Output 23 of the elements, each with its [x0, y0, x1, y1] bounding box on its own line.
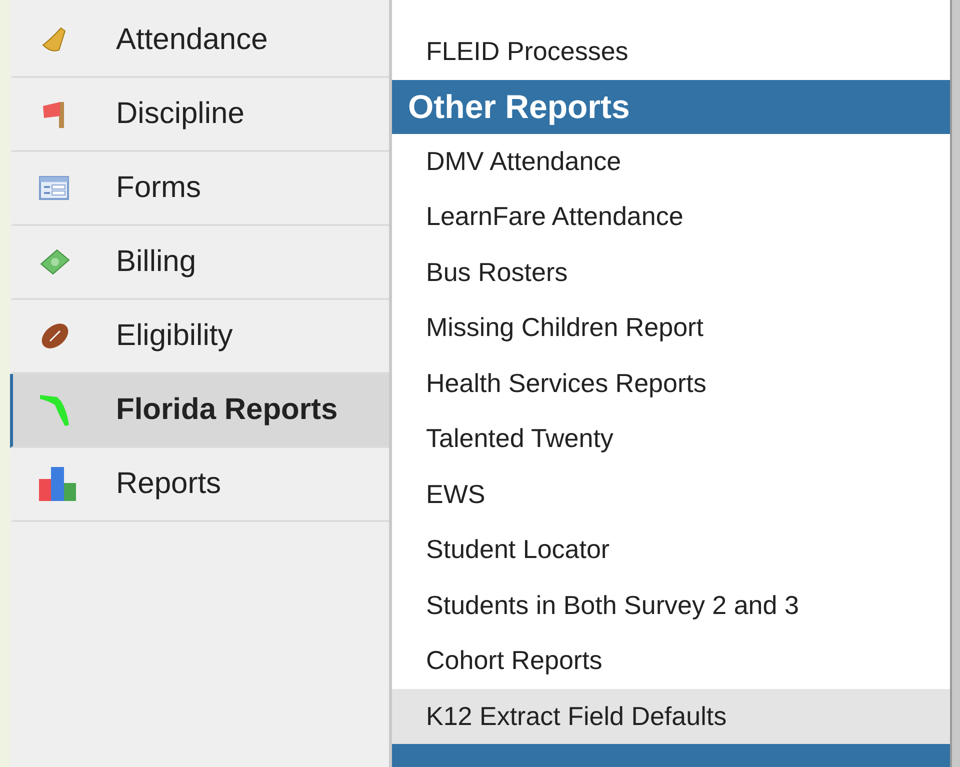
sidebar-item[interactable]: Discipline	[10, 78, 389, 152]
menu-item[interactable]: LearnFare Attendance	[392, 189, 950, 244]
sidebar-item[interactable]: Forms	[10, 152, 389, 226]
sidebar-item[interactable]: Florida Reports	[10, 374, 389, 448]
money-icon	[39, 248, 71, 276]
florida-icon	[39, 393, 71, 427]
menu-item[interactable]: Talented Twenty	[392, 411, 950, 466]
form-icon	[39, 175, 69, 201]
menu-item[interactable]: Missing Children Report	[392, 300, 950, 356]
menu-item[interactable]: DMV Attendance	[392, 134, 950, 189]
sidebar-item[interactable]: Billing	[10, 226, 389, 300]
menu-item[interactable]: K12 Extract Field Defaults	[392, 688, 950, 744]
sidebar-item[interactable]: Attendance	[10, 4, 389, 78]
menu-item[interactable]: Student Locator	[392, 522, 950, 578]
menu-item[interactable]: Bus Rosters	[392, 244, 950, 300]
sidebar-item[interactable]: Reports	[10, 448, 389, 522]
menu-item[interactable]: FLEID Processes	[392, 24, 950, 80]
menu-item[interactable]: EWS	[392, 466, 950, 522]
menu-item[interactable]: Cohort Reports	[392, 633, 950, 688]
section-header: Other Reports	[392, 80, 950, 134]
bar-chart-icon	[39, 467, 77, 501]
menu-item[interactable]: Students in Both Survey 2 and 3	[392, 578, 950, 633]
menu-item[interactable]: Health Services Reports	[392, 356, 950, 411]
